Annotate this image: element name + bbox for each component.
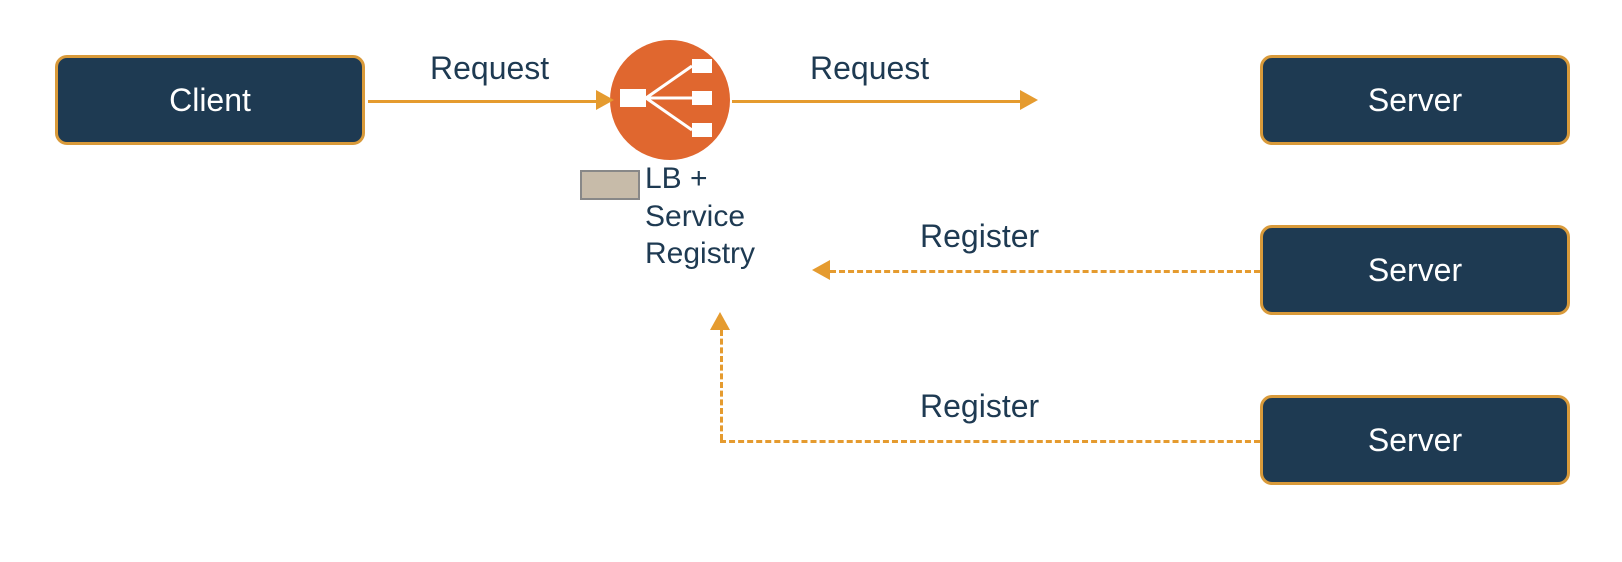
arrow-label-register-1: Register	[920, 218, 1039, 255]
server-node-1: Server	[1260, 55, 1570, 145]
arrow-server3-to-registry-v	[720, 330, 723, 440]
client-label: Client	[169, 82, 251, 119]
lb-label-block: LB + Service Registry	[645, 160, 755, 273]
arrow-label-register-2: Register	[920, 388, 1039, 425]
arrow-lb-to-server1	[732, 100, 1022, 103]
server-2-label: Server	[1368, 252, 1462, 289]
lb-label-line-2: Service	[645, 198, 755, 236]
registry-db-icon	[580, 170, 640, 200]
arrow-head-client-to-lb	[596, 90, 614, 110]
arrow-head-server3-to-registry	[710, 312, 730, 330]
arrow-label-request-1: Request	[430, 50, 549, 87]
server-node-2: Server	[1260, 225, 1570, 315]
server-3-label: Server	[1368, 422, 1462, 459]
client-node: Client	[55, 55, 365, 145]
load-balancer-icon	[620, 53, 720, 148]
lb-label-line-3: Registry	[645, 235, 755, 273]
arrow-client-to-lb	[368, 100, 598, 103]
arrow-label-request-2: Request	[810, 50, 929, 87]
server-node-3: Server	[1260, 395, 1570, 485]
load-balancer-node	[610, 40, 730, 160]
arrow-head-server2-to-registry	[812, 260, 830, 280]
lb-label-line-1: LB +	[645, 160, 755, 198]
arrow-head-lb-to-server1	[1020, 90, 1038, 110]
arrow-server2-to-registry	[830, 270, 1260, 273]
server-1-label: Server	[1368, 82, 1462, 119]
arrow-server3-to-registry-h	[720, 440, 1260, 443]
